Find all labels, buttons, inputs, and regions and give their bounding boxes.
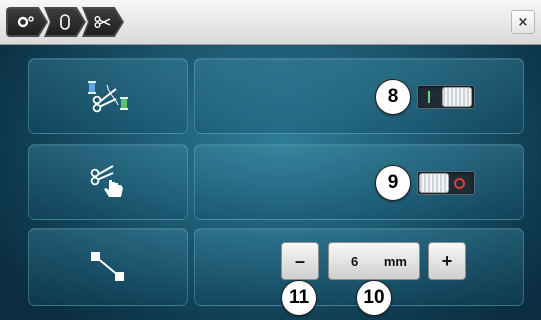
- auto-cut-control-panel: 8: [194, 58, 524, 134]
- auto-thread-cut-icon: [88, 81, 128, 113]
- plus-icon: +: [441, 250, 453, 271]
- breadcrumb-bobbin[interactable]: [44, 7, 86, 37]
- auto-cut-icon-panel: [28, 58, 188, 134]
- screen: × 8 9 – 6 mm + 11 10: [0, 0, 541, 320]
- close-icon: ×: [517, 14, 529, 30]
- callout-9: 9: [375, 165, 411, 201]
- toggle-on-indicator: [428, 91, 430, 103]
- length-value: 6: [351, 253, 359, 269]
- scissors-icon: [94, 16, 111, 28]
- jump-stitch-icon-panel: [28, 228, 188, 306]
- length-value-display: 6 mm: [328, 242, 420, 280]
- auto-cut-toggle[interactable]: [417, 85, 475, 109]
- toggle-knob: [419, 173, 449, 193]
- manual-cut-icon-panel: [28, 144, 188, 220]
- minus-icon: –: [294, 250, 305, 271]
- manual-cut-hand-icon: [90, 165, 123, 197]
- decrease-button[interactable]: –: [281, 242, 319, 280]
- manual-cut-toggle[interactable]: [417, 171, 475, 195]
- bobbin-icon: [60, 14, 70, 30]
- breadcrumb: [6, 7, 124, 37]
- toggle-knob: [442, 87, 472, 107]
- callout-10: 10: [356, 280, 392, 316]
- length-unit: mm: [383, 253, 407, 269]
- increase-button[interactable]: +: [428, 242, 466, 280]
- callout-11: 11: [281, 280, 317, 316]
- callout-8: 8: [375, 79, 411, 115]
- manual-cut-control-panel: 9: [194, 144, 524, 220]
- sewing-settings-icon: [17, 16, 34, 28]
- jump-stitch-length-icon: [91, 252, 124, 281]
- toggle-off-indicator: [454, 178, 465, 189]
- breadcrumb-scissors[interactable]: [82, 7, 124, 37]
- top-bar: ×: [0, 0, 541, 45]
- breadcrumb-settings[interactable]: [6, 7, 48, 37]
- close-button[interactable]: ×: [511, 10, 535, 34]
